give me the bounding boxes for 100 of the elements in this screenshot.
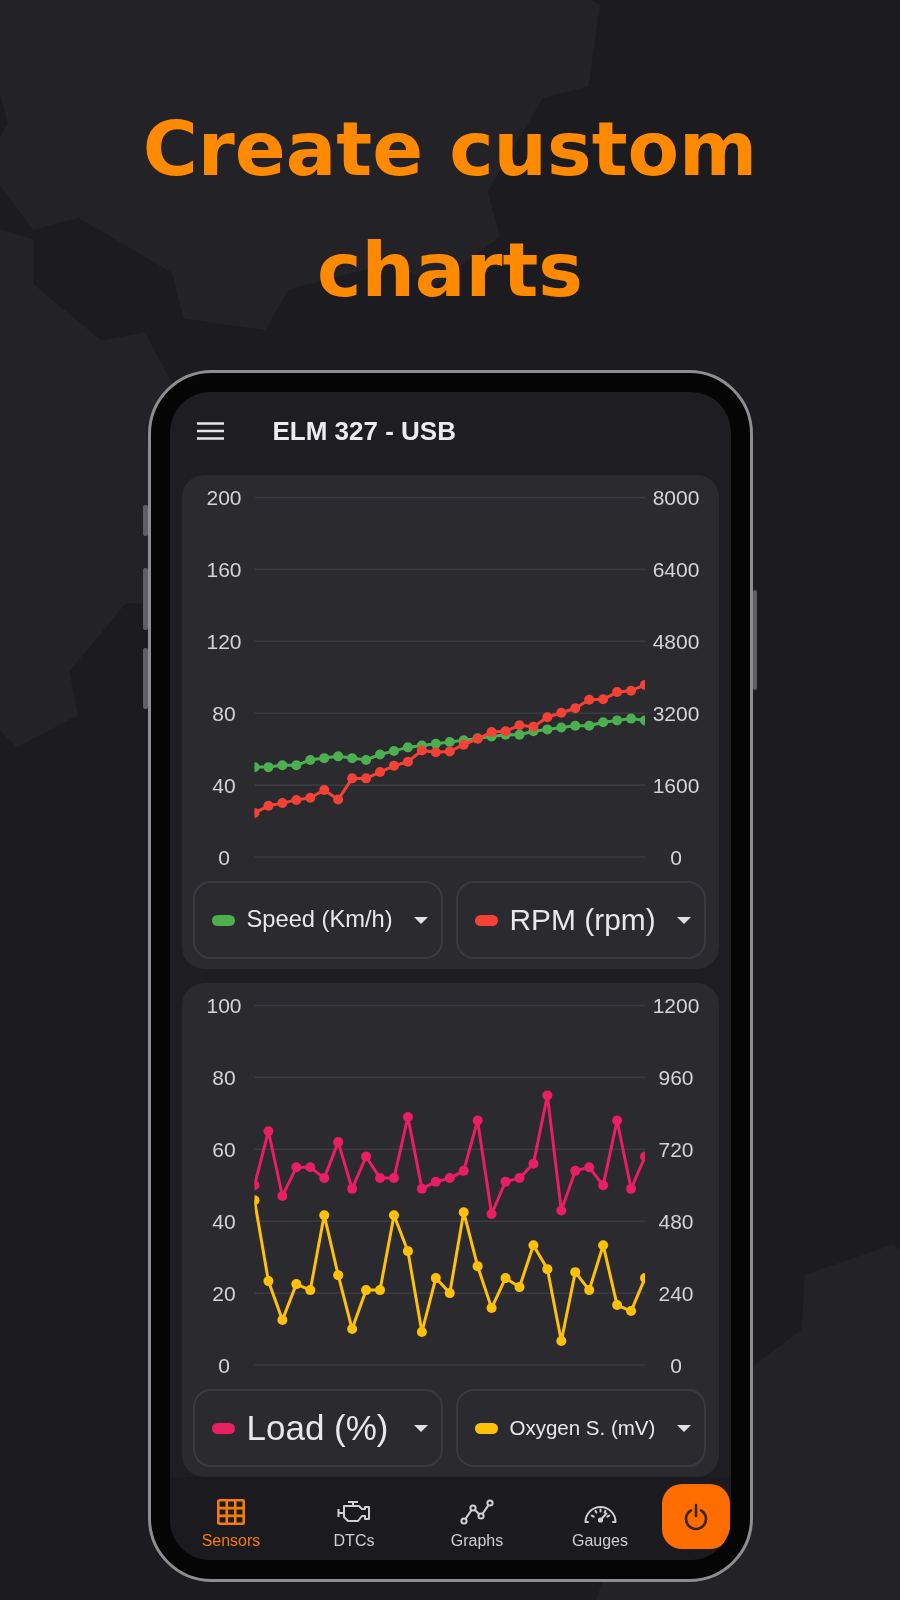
power-button[interactable]	[661, 1484, 730, 1549]
point	[388, 1173, 399, 1184]
point	[569, 1165, 580, 1176]
dropdown-caret-icon	[676, 1424, 691, 1432]
point	[555, 1205, 566, 1216]
point	[611, 687, 622, 698]
point	[444, 736, 455, 747]
nav-tab[interactable]: Sensors	[169, 1477, 293, 1560]
series-dropdown[interactable]: Speed (Km/h)	[192, 881, 443, 959]
point	[444, 746, 455, 757]
nav-tab[interactable]: Gauges	[538, 1477, 662, 1560]
point	[611, 1115, 622, 1126]
point	[304, 1285, 315, 1296]
point	[513, 729, 524, 740]
axis-tick-label: 200	[206, 486, 241, 509]
point	[569, 720, 580, 731]
dropdown-caret-icon	[676, 916, 691, 924]
axis-tick-label: 160	[206, 557, 241, 581]
point	[513, 1282, 524, 1293]
point	[541, 724, 552, 735]
point	[304, 754, 315, 765]
point	[527, 1158, 538, 1169]
point	[597, 694, 608, 705]
axis-tick-label: 0	[217, 1353, 230, 1377]
point	[583, 694, 594, 705]
series-dropdown[interactable]: Load (%)	[192, 1389, 443, 1467]
nav-tab[interactable]: Graphs	[415, 1477, 539, 1560]
menu-button[interactable]	[196, 422, 224, 440]
point	[597, 717, 608, 728]
point	[569, 703, 580, 714]
point	[346, 773, 357, 784]
point	[374, 749, 385, 760]
point	[360, 773, 371, 784]
point	[290, 760, 301, 771]
axis-tick-label: 40	[211, 1209, 236, 1233]
axis-tick-label: 80	[211, 1065, 236, 1089]
point	[625, 1306, 636, 1317]
point	[458, 739, 469, 750]
point	[318, 1173, 329, 1184]
point	[500, 1273, 511, 1284]
point	[332, 1270, 343, 1281]
point	[500, 1176, 511, 1187]
axis-tick-label: 4800	[652, 629, 699, 653]
point	[486, 1209, 497, 1220]
point	[597, 1180, 608, 1191]
point	[583, 1285, 594, 1296]
axis-tick-label: 960	[658, 1065, 693, 1089]
nav-tab[interactable]: DTCs	[292, 1477, 416, 1560]
point	[388, 1210, 399, 1221]
point	[430, 1176, 441, 1187]
point	[513, 720, 524, 731]
axis-tick-label: 240	[658, 1281, 693, 1305]
axis-tick-label: 120	[206, 629, 241, 653]
point	[360, 754, 371, 765]
point	[402, 756, 413, 767]
point	[597, 1240, 608, 1251]
point	[346, 753, 357, 764]
axis-tick-label: 20	[211, 1281, 236, 1305]
point	[555, 1336, 566, 1347]
point	[583, 720, 594, 731]
point	[458, 1207, 469, 1218]
series-dropdown[interactable]: Oxygen S. (mV)	[455, 1389, 706, 1467]
point	[276, 1191, 287, 1202]
point	[318, 785, 329, 796]
point	[262, 1126, 273, 1137]
point	[276, 1315, 287, 1326]
point	[513, 1173, 524, 1184]
point	[360, 1151, 371, 1162]
series-dropdown[interactable]: RPM (rpm)	[455, 881, 706, 959]
point	[290, 1162, 301, 1173]
point	[374, 1285, 385, 1296]
point	[346, 1183, 357, 1194]
point	[625, 685, 636, 696]
point	[555, 722, 566, 733]
point	[486, 1303, 497, 1314]
point	[541, 1090, 552, 1101]
point	[290, 1279, 301, 1290]
axis-tick-label: 0	[669, 845, 682, 869]
axis-tick-label: 0	[669, 1353, 682, 1377]
phone-side-key	[142, 505, 148, 536]
axis-tick-label: 1600	[652, 773, 699, 797]
point	[416, 745, 427, 756]
point	[625, 713, 636, 724]
line-graph-icon	[460, 1499, 494, 1525]
axis-tick-label: 80	[211, 701, 236, 725]
axis-tick-label: 40	[211, 773, 236, 797]
point	[346, 1324, 357, 1335]
point	[318, 753, 329, 764]
phone-side-key	[142, 568, 148, 630]
point	[444, 1173, 455, 1184]
point	[290, 794, 301, 805]
point	[332, 794, 343, 805]
point	[388, 760, 399, 771]
point	[402, 1246, 413, 1257]
point	[555, 707, 566, 718]
point	[472, 1115, 483, 1126]
point	[416, 1183, 427, 1194]
dropdown-caret-icon	[413, 916, 428, 924]
point	[388, 745, 399, 756]
point	[444, 1288, 455, 1299]
